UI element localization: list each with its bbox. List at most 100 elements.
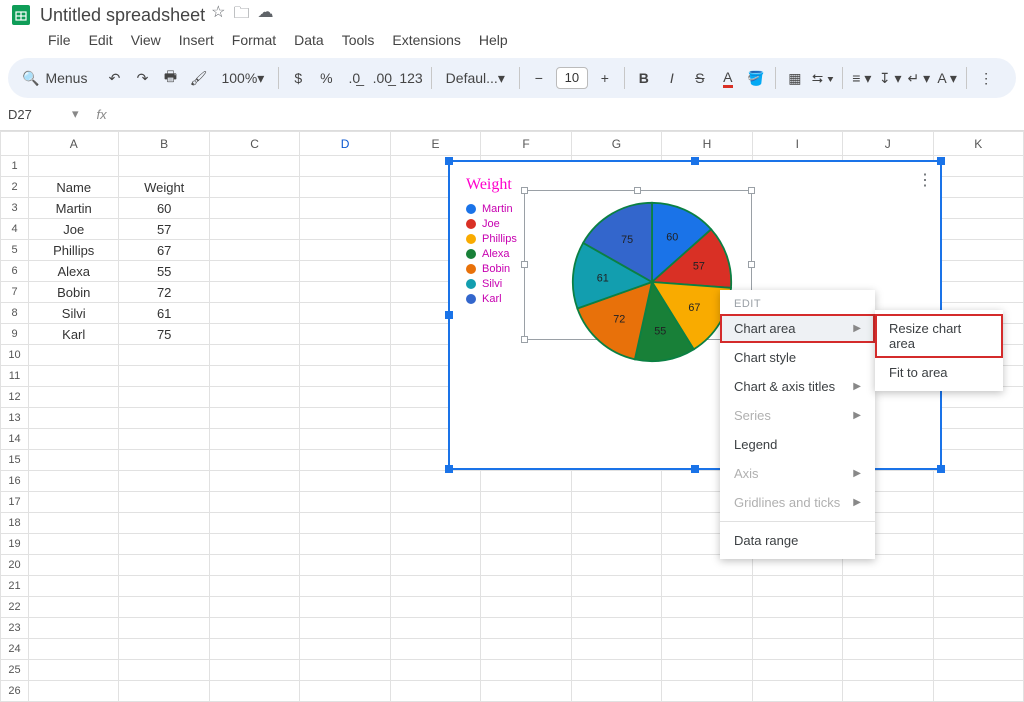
- cell[interactable]: [933, 450, 1023, 471]
- context-menu-item[interactable]: Chart style: [720, 343, 875, 372]
- cell[interactable]: [300, 618, 390, 639]
- cell[interactable]: Name: [29, 177, 119, 198]
- cell[interactable]: [300, 345, 390, 366]
- row-header[interactable]: 9: [1, 324, 29, 345]
- more-formats-icon[interactable]: 123: [399, 65, 422, 91]
- cell[interactable]: [119, 156, 209, 177]
- cell[interactable]: [209, 324, 299, 345]
- cell[interactable]: [390, 681, 480, 702]
- row-header[interactable]: 6: [1, 261, 29, 282]
- row-header[interactable]: 5: [1, 240, 29, 261]
- cell[interactable]: [29, 660, 119, 681]
- text-color-icon[interactable]: A: [717, 65, 739, 91]
- context-menu-item[interactable]: Legend: [720, 430, 875, 459]
- cell[interactable]: [29, 408, 119, 429]
- cell[interactable]: [481, 471, 571, 492]
- cell[interactable]: [662, 681, 752, 702]
- cell[interactable]: [390, 555, 480, 576]
- row-header[interactable]: 18: [1, 513, 29, 534]
- increase-decimal-icon[interactable]: .00̲: [371, 65, 393, 91]
- print-icon[interactable]: 🖶: [159, 65, 181, 91]
- col-header[interactable]: G: [571, 132, 661, 156]
- chart-menu-icon[interactable]: ⋮: [917, 170, 932, 190]
- chart-title[interactable]: Weight: [466, 176, 512, 194]
- menu-extensions[interactable]: Extensions: [390, 30, 462, 50]
- cell[interactable]: 60: [119, 198, 209, 219]
- cell[interactable]: [481, 660, 571, 681]
- cell[interactable]: [300, 555, 390, 576]
- cell[interactable]: [481, 555, 571, 576]
- row-header[interactable]: 8: [1, 303, 29, 324]
- cell[interactable]: [119, 681, 209, 702]
- col-header[interactable]: F: [481, 132, 571, 156]
- row-header[interactable]: 26: [1, 681, 29, 702]
- cell[interactable]: [300, 156, 390, 177]
- cell[interactable]: [209, 660, 299, 681]
- spreadsheet-grid[interactable]: ABCDEFGHIJK12NameWeight3Martin604Joe575P…: [0, 130, 1024, 702]
- cell[interactable]: [933, 576, 1023, 597]
- cell[interactable]: [119, 408, 209, 429]
- zoom-dropdown[interactable]: 100% ▾: [215, 65, 270, 91]
- cell[interactable]: [390, 597, 480, 618]
- cell[interactable]: [29, 387, 119, 408]
- cell[interactable]: [933, 156, 1023, 177]
- borders-icon[interactable]: ▦: [784, 65, 806, 91]
- cell[interactable]: [300, 681, 390, 702]
- cell[interactable]: [752, 639, 842, 660]
- col-header[interactable]: A: [29, 132, 119, 156]
- cell[interactable]: [571, 534, 661, 555]
- cell[interactable]: [752, 576, 842, 597]
- row-header[interactable]: 17: [1, 492, 29, 513]
- cell[interactable]: [752, 597, 842, 618]
- cell[interactable]: [29, 597, 119, 618]
- cell[interactable]: [119, 555, 209, 576]
- row-header[interactable]: 23: [1, 618, 29, 639]
- row-header[interactable]: 22: [1, 597, 29, 618]
- cell[interactable]: [119, 387, 209, 408]
- cell[interactable]: [300, 534, 390, 555]
- legend-item[interactable]: Silvi: [466, 278, 517, 290]
- menu-edit[interactable]: Edit: [87, 30, 115, 50]
- cell[interactable]: [209, 282, 299, 303]
- resize-handle[interactable]: [445, 157, 453, 165]
- cell[interactable]: [300, 576, 390, 597]
- cell[interactable]: [933, 660, 1023, 681]
- undo-icon[interactable]: ↶: [103, 65, 125, 91]
- cell[interactable]: [300, 492, 390, 513]
- cell[interactable]: [209, 513, 299, 534]
- row-header[interactable]: 1: [1, 156, 29, 177]
- cell[interactable]: [300, 198, 390, 219]
- cell[interactable]: [933, 597, 1023, 618]
- legend-item[interactable]: Bobin: [466, 263, 517, 275]
- cell[interactable]: [119, 576, 209, 597]
- cell[interactable]: [662, 576, 752, 597]
- cell[interactable]: [119, 366, 209, 387]
- rotate-icon[interactable]: A ▾: [936, 65, 958, 91]
- cell[interactable]: [752, 660, 842, 681]
- col-header[interactable]: C: [209, 132, 299, 156]
- cell[interactable]: 72: [119, 282, 209, 303]
- cell[interactable]: [662, 639, 752, 660]
- cell[interactable]: [843, 576, 933, 597]
- cell[interactable]: [29, 681, 119, 702]
- cell[interactable]: [752, 618, 842, 639]
- cell[interactable]: [119, 429, 209, 450]
- cell[interactable]: [209, 534, 299, 555]
- decrease-font-icon[interactable]: −: [528, 65, 550, 91]
- col-header[interactable]: E: [390, 132, 480, 156]
- cell[interactable]: [843, 681, 933, 702]
- percent-icon[interactable]: %: [315, 65, 337, 91]
- cell[interactable]: [29, 471, 119, 492]
- cell[interactable]: [119, 492, 209, 513]
- cell[interactable]: Phillips: [29, 240, 119, 261]
- col-header[interactable]: I: [752, 132, 842, 156]
- cell[interactable]: [29, 345, 119, 366]
- menu-view[interactable]: View: [129, 30, 163, 50]
- cell[interactable]: [29, 576, 119, 597]
- cell[interactable]: [662, 618, 752, 639]
- pie-chart[interactable]: 60576755726175: [562, 192, 742, 372]
- context-menu-item[interactable]: Data range: [720, 526, 875, 555]
- cell[interactable]: 75: [119, 324, 209, 345]
- cell[interactable]: [209, 219, 299, 240]
- cell[interactable]: [29, 555, 119, 576]
